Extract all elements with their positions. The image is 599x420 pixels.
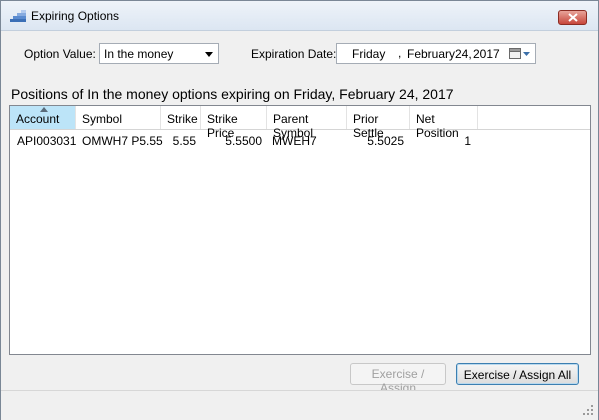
- cell-account: API003031: [17, 134, 77, 148]
- cell-strike: 5.55: [172, 134, 196, 148]
- sort-ascending-icon: [40, 107, 48, 112]
- cell-symbol: OMWH7 P5.55: [82, 134, 163, 148]
- window-title: Expiring Options: [31, 9, 120, 23]
- date-day-of-week[interactable]: Friday: [352, 47, 385, 61]
- cell-net-position: 1: [464, 134, 471, 148]
- date-separator: ,: [398, 46, 402, 60]
- column-header-parent-symbol[interactable]: Parent Symbol: [267, 106, 347, 140]
- exercise-assign-all-button[interactable]: Exercise / Assign All: [456, 363, 579, 385]
- column-header-net-position[interactable]: Net Position: [410, 106, 478, 140]
- column-header-symbol[interactable]: Symbol: [76, 106, 161, 129]
- column-header-account[interactable]: Account: [10, 106, 76, 129]
- column-header-strike-price[interactable]: Strike Price: [201, 106, 267, 140]
- table-header: Account Symbol Strike Strike Price Paren…: [10, 106, 590, 140]
- chevron-down-icon: [205, 52, 213, 57]
- calendar-dropdown-icon[interactable]: [509, 47, 531, 60]
- status-bar: [1, 390, 598, 420]
- title-bar[interactable]: Expiring Options: [1, 1, 598, 31]
- column-header-prior-settle[interactable]: Prior Settle: [347, 106, 410, 140]
- close-icon: [568, 13, 578, 22]
- option-value-selected: In the money: [104, 47, 174, 61]
- cell-parent-symbol: MWEH7: [272, 134, 317, 148]
- option-value-dropdown[interactable]: In the money: [99, 43, 219, 64]
- positions-heading: Positions of In the money options expiri…: [11, 86, 454, 102]
- expiration-date-picker[interactable]: Friday , February 24, 2017: [336, 43, 536, 64]
- option-value-label: Option Value:: [24, 47, 96, 61]
- positions-table[interactable]: Account Symbol Strike Strike Price Paren…: [9, 105, 591, 355]
- column-header-strike[interactable]: Strike: [161, 106, 201, 129]
- expiration-date-label: Expiration Date:: [251, 47, 337, 61]
- resize-grip-icon[interactable]: [582, 404, 594, 416]
- cell-prior-settle: 5.5025: [367, 134, 404, 148]
- date-month[interactable]: February: [407, 47, 455, 61]
- date-year[interactable]: 2017: [473, 47, 500, 61]
- expiring-options-window: Expiring Options Option Value: In the mo…: [0, 0, 599, 420]
- exercise-assign-button[interactable]: Exercise / Assign: [350, 363, 446, 395]
- cell-strike-price: 5.5500: [225, 134, 262, 148]
- table-row[interactable]: API003031 OMWH7 P5.55 5.55 5.5500 MWEH7 …: [10, 130, 590, 152]
- app-icon: [10, 10, 26, 22]
- date-day-number[interactable]: 24,: [455, 47, 472, 61]
- close-button[interactable]: [558, 10, 587, 25]
